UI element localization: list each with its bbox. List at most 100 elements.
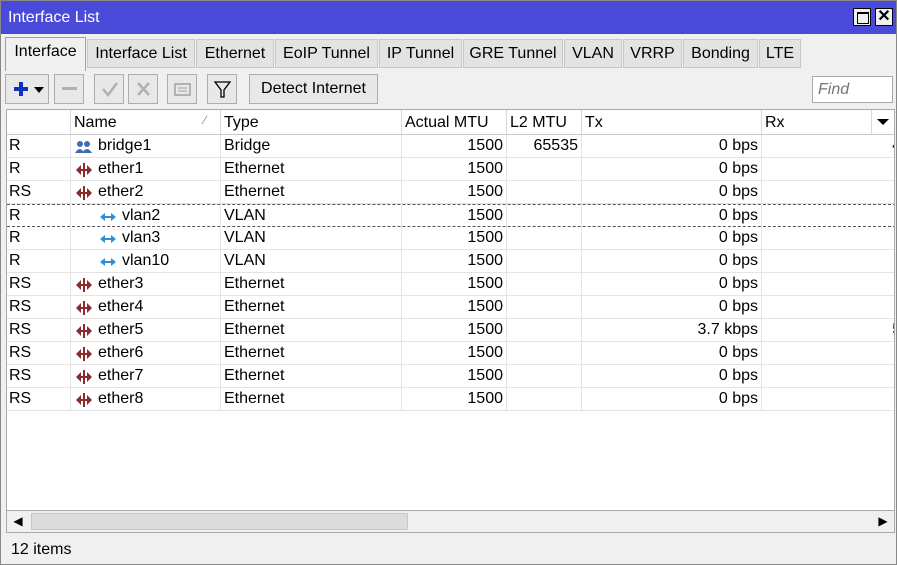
row-name-cell: ether2 bbox=[71, 181, 221, 203]
row-flags: R bbox=[7, 158, 71, 180]
close-button[interactable]: ✕ bbox=[875, 8, 893, 26]
row-tx: 0 bps bbox=[582, 365, 762, 387]
scroll-left-icon[interactable]: ◀ bbox=[7, 511, 29, 532]
row-flags: R bbox=[7, 227, 71, 249]
add-button[interactable] bbox=[5, 74, 49, 104]
column-tx[interactable]: Tx bbox=[582, 110, 762, 134]
table-row[interactable]: RS ether6 Ethernet 1500 0 bps bbox=[7, 342, 894, 365]
row-type: Ethernet bbox=[221, 342, 402, 364]
row-name-cell: ether4 bbox=[71, 296, 221, 318]
row-tx: 0 bps bbox=[582, 158, 762, 180]
table-row[interactable]: Rvlan10 VLAN 1500 0 bps bbox=[7, 250, 894, 273]
remove-button[interactable] bbox=[54, 74, 84, 104]
row-name-cell: vlan3 bbox=[71, 227, 221, 249]
row-name: ether7 bbox=[98, 367, 144, 384]
row-l2-mtu bbox=[507, 158, 582, 180]
row-type: Ethernet bbox=[221, 319, 402, 341]
row-name: ether2 bbox=[98, 183, 144, 200]
row-rx: 40 bbox=[892, 137, 894, 154]
row-name: ether1 bbox=[98, 160, 144, 177]
row-type: Ethernet bbox=[221, 273, 402, 295]
ethernet-icon bbox=[75, 392, 93, 410]
scroll-right-icon[interactable]: ▶ bbox=[872, 511, 894, 532]
row-flags: R bbox=[7, 250, 71, 272]
column-actual-mtu[interactable]: Actual MTU bbox=[402, 110, 507, 134]
bridge-icon bbox=[75, 139, 93, 157]
table-row[interactable]: RS ether5 Ethernet1500 3.7 kbps 51 bbox=[7, 319, 894, 342]
interface-table: Name Type Actual MTU L2 MTU Tx Rx ⁄ Rbridge1 Br… bbox=[6, 109, 895, 511]
row-type: Ethernet bbox=[221, 365, 402, 387]
column-flags[interactable] bbox=[7, 110, 71, 134]
row-type: VLAN bbox=[221, 227, 402, 249]
enable-button[interactable] bbox=[94, 74, 124, 104]
table-row[interactable]: Rbridge1 Bridge1500655350 bps 40 bbox=[7, 135, 894, 158]
row-actual-mtu: 1500 bbox=[402, 250, 507, 272]
find-input[interactable] bbox=[812, 76, 893, 103]
tab-interface[interactable]: Interface bbox=[5, 37, 86, 71]
row-actual-mtu: 1500 bbox=[402, 319, 507, 341]
row-flags: RS bbox=[7, 273, 71, 295]
table-row[interactable]: RS ether8 Ethernet 1500 0 bps bbox=[7, 388, 894, 411]
row-tx: 0 bps bbox=[582, 135, 762, 157]
row-flags: RS bbox=[7, 319, 71, 341]
row-actual-mtu: 1500 bbox=[402, 158, 507, 180]
ethernet-icon bbox=[75, 346, 93, 364]
comment-icon bbox=[174, 83, 191, 96]
maximize-button[interactable] bbox=[853, 8, 871, 26]
row-actual-mtu: 1500 bbox=[402, 296, 507, 318]
row-tx: 0 bps bbox=[582, 342, 762, 364]
row-rx-cell bbox=[762, 181, 894, 203]
horizontal-scrollbar[interactable]: ◀ ▶ bbox=[6, 511, 895, 533]
filter-button[interactable] bbox=[207, 74, 237, 104]
row-l2-mtu bbox=[507, 205, 582, 227]
tab-gre-tunnel[interactable]: GRE Tunnel bbox=[463, 39, 563, 68]
column-name[interactable]: Name bbox=[71, 110, 221, 134]
row-name: ether6 bbox=[98, 344, 144, 361]
row-rx-cell bbox=[762, 342, 894, 364]
table-row[interactable]: RS ether3 Ethernet 1500 0 bps bbox=[7, 273, 894, 296]
vlan-icon bbox=[99, 209, 117, 227]
ethernet-icon bbox=[75, 162, 93, 180]
row-tx: 0 bps bbox=[582, 273, 762, 295]
tab-ip-tunnel[interactable]: IP Tunnel bbox=[379, 39, 462, 68]
column-l2-mtu[interactable]: L2 MTU bbox=[507, 110, 582, 134]
tab-vlan[interactable]: VLAN bbox=[564, 39, 622, 68]
table-row[interactable]: RS ether4 Ethernet 1500 0 bps bbox=[7, 296, 894, 319]
row-type: Ethernet bbox=[221, 158, 402, 180]
tab-bonding[interactable]: Bonding bbox=[683, 39, 758, 68]
column-chooser-icon[interactable] bbox=[872, 110, 894, 134]
table-row[interactable]: RS ether7 Ethernet 1500 0 bps bbox=[7, 365, 894, 388]
comment-button[interactable] bbox=[167, 74, 197, 104]
row-name: bridge1 bbox=[98, 137, 152, 154]
table-row[interactable]: Rvlan2 VLAN 1500 0 bps bbox=[7, 204, 894, 227]
table-header: Name Type Actual MTU L2 MTU Tx Rx ⁄ bbox=[7, 110, 894, 135]
row-flags: RS bbox=[7, 388, 71, 410]
row-type: Ethernet bbox=[221, 296, 402, 318]
table-row[interactable]: RS ether2 Ethernet 1500 0 bps bbox=[7, 181, 894, 204]
table-row[interactable]: Rether1 Ethernet 1500 0 bps bbox=[7, 158, 894, 181]
row-rx-cell bbox=[762, 296, 894, 318]
tab-eoip-tunnel[interactable]: EoIP Tunnel bbox=[275, 39, 378, 68]
tab-lte[interactable]: LTE bbox=[759, 39, 801, 68]
row-name-cell: ether1 bbox=[71, 158, 221, 180]
detect-internet-button[interactable]: Detect Internet bbox=[249, 74, 378, 104]
tab-ethernet[interactable]: Ethernet bbox=[196, 39, 274, 68]
sort-indicator-icon: ⁄ bbox=[204, 113, 207, 127]
check-icon bbox=[102, 82, 118, 98]
tab-interface-list[interactable]: Interface List bbox=[87, 39, 195, 68]
title-bar[interactable]: Interface List ✕ bbox=[1, 1, 896, 34]
disable-button[interactable] bbox=[128, 74, 158, 104]
scrollbar-thumb[interactable] bbox=[31, 513, 408, 530]
row-name-cell: vlan10 bbox=[71, 250, 221, 272]
row-rx-cell bbox=[762, 227, 894, 249]
column-rx[interactable]: Rx bbox=[762, 110, 872, 134]
row-name: ether3 bbox=[98, 275, 144, 292]
row-rx: 51 bbox=[892, 321, 894, 338]
column-type[interactable]: Type bbox=[221, 110, 402, 134]
table-row[interactable]: Rvlan3 VLAN 1500 0 bps bbox=[7, 227, 894, 250]
ethernet-icon bbox=[75, 323, 93, 341]
filter-icon bbox=[213, 81, 232, 98]
tab-vrrp[interactable]: VRRP bbox=[623, 39, 682, 68]
row-actual-mtu: 1500 bbox=[402, 135, 507, 157]
row-type: Bridge bbox=[221, 135, 402, 157]
